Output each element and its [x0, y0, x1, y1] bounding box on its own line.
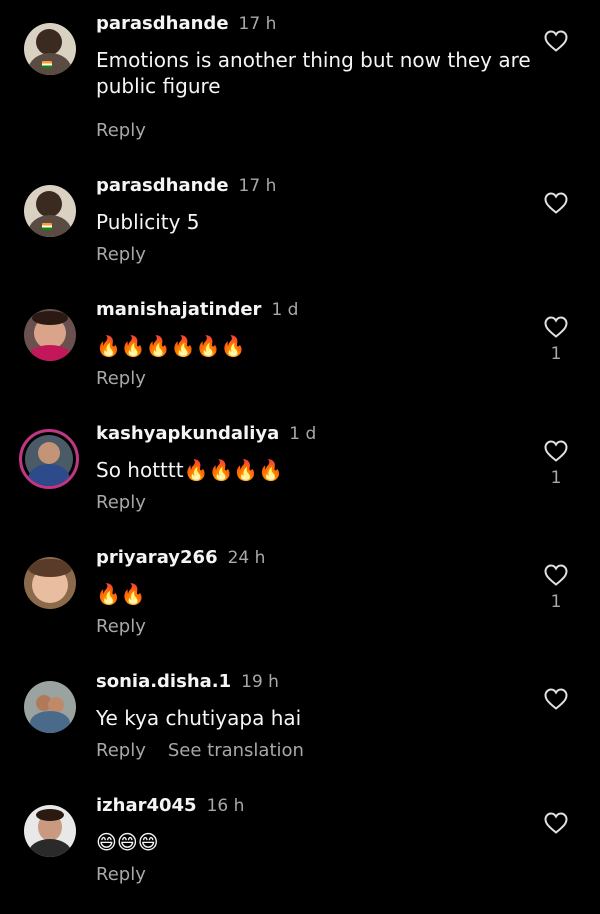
heart-icon[interactable] [544, 192, 568, 214]
avatar[interactable] [24, 309, 76, 361]
timestamp: 1 d [289, 424, 317, 444]
reply-button[interactable]: Reply [96, 492, 146, 513]
timestamp: 19 h [241, 672, 279, 692]
username[interactable]: priyaray266 24 h [96, 547, 265, 568]
avatar[interactable] [24, 681, 76, 733]
username[interactable]: sonia.disha.1 19 h [96, 671, 279, 692]
comment-text: 😄😄😄 [96, 830, 159, 854]
heart-icon[interactable] [544, 30, 568, 52]
comment-text: So hotttt🔥🔥🔥🔥 [96, 458, 284, 482]
comment-actions: Reply [96, 864, 146, 885]
comment-actions: Reply [96, 244, 146, 265]
heart-icon[interactable] [544, 316, 568, 338]
reply-button[interactable]: Reply [96, 120, 146, 141]
reply-button[interactable]: Reply [96, 368, 146, 389]
comment-text: Ye kya chutiyapa hai [96, 706, 302, 730]
comment-actions: Reply [96, 368, 146, 389]
heart-icon[interactable] [544, 812, 568, 834]
reply-button[interactable]: Reply [96, 616, 146, 637]
username[interactable]: parasdhande 17 h [96, 175, 276, 196]
comment-actions: Reply [96, 120, 146, 141]
comment-actions: Reply [96, 616, 146, 637]
see-translation-link[interactable]: See translation [168, 740, 304, 761]
comment-text: Publicity 5 [96, 210, 200, 234]
timestamp: 17 h [238, 176, 277, 196]
reply-button[interactable]: Reply [96, 864, 146, 885]
username[interactable]: parasdhande 17 h [96, 13, 276, 34]
timestamp: 1 d [271, 300, 299, 320]
avatar[interactable] [24, 557, 76, 609]
username[interactable]: manishajatinder 1 d [96, 299, 298, 320]
username[interactable]: kashyapkundaliya 1 d [96, 423, 316, 444]
like-count: 1 [550, 344, 562, 364]
heart-icon[interactable] [544, 564, 568, 586]
comment-text: Emotions is another thing but now they a… [96, 48, 531, 98]
timestamp: 16 h [206, 796, 245, 816]
username[interactable]: izhar4045 16 h [96, 795, 244, 816]
comment-text: 🔥🔥 [96, 582, 146, 606]
heart-icon[interactable] [544, 688, 568, 710]
heart-icon[interactable] [544, 440, 568, 462]
reply-button[interactable]: Reply [96, 244, 146, 265]
like-count: 1 [550, 468, 562, 488]
avatar[interactable] [24, 185, 76, 237]
comment-actions: Reply See translation [96, 740, 304, 761]
comment-actions: Reply [96, 492, 146, 513]
avatar[interactable] [24, 23, 76, 75]
comment-text: 🔥🔥🔥🔥🔥🔥 [96, 334, 246, 358]
timestamp: 17 h [238, 14, 277, 34]
avatar[interactable] [24, 805, 76, 857]
reply-button[interactable]: Reply [96, 740, 146, 761]
avatar-with-story-ring[interactable] [19, 429, 79, 489]
timestamp: 24 h [227, 548, 266, 568]
like-count: 1 [550, 592, 562, 612]
